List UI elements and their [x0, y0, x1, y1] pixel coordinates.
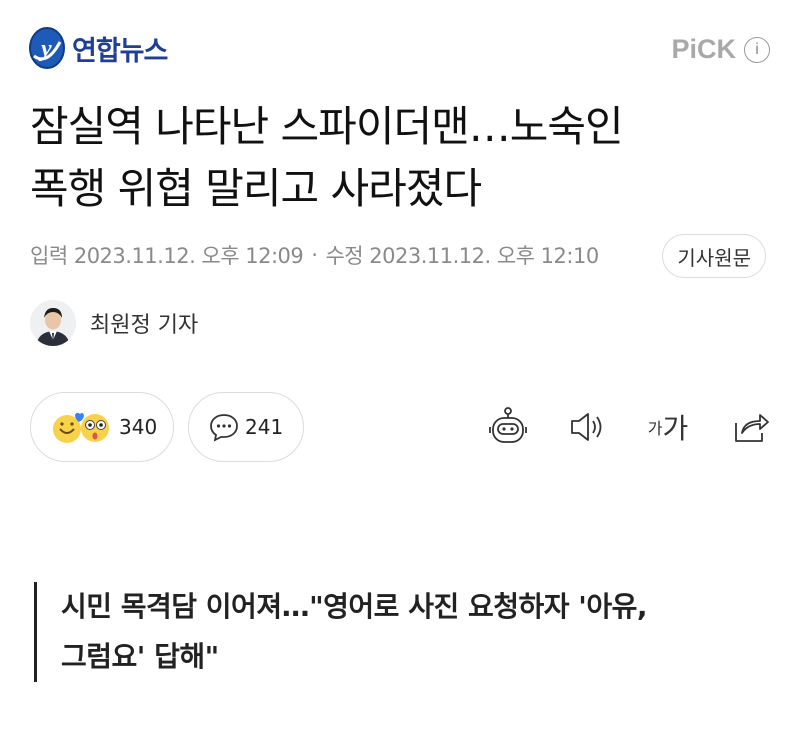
- meta-separator: ·: [311, 243, 318, 267]
- summary-bot-button[interactable]: [484, 400, 532, 454]
- text-to-speech-button[interactable]: [566, 400, 610, 454]
- input-date: 2023.11.12. 오후 12:09: [73, 244, 304, 268]
- comment-button[interactable]: 241: [188, 392, 304, 462]
- article-subtitle-quote: 시민 목격담 이어져…"영어로 사진 요청하자 '아유, 그럼요' 답해": [34, 582, 770, 682]
- pick-label: PiCK: [671, 34, 736, 64]
- yonhap-logo-mark-icon: y: [29, 27, 65, 69]
- font-size-large-glyph: 가: [662, 412, 689, 445]
- title-line-2: 폭행 위협 말리고 사라졌다: [30, 164, 482, 213]
- info-symbol: i: [755, 40, 759, 58]
- reporter-name: 최원정 기자: [90, 313, 199, 338]
- reporter-photo-icon: [30, 300, 76, 346]
- subtitle-line-2: 그럼요' 답해": [61, 640, 219, 673]
- original-article-button[interactable]: 기사원문: [662, 234, 766, 278]
- article-title: 잠실역 나타난 스파이더맨…노숙인 폭행 위협 말리고 사라졌다: [30, 96, 770, 220]
- article-toolbar: 가 가: [484, 400, 774, 454]
- reaction-button[interactable]: 340: [30, 392, 174, 462]
- comment-count: 241: [245, 415, 284, 439]
- article-meta: 입력 2023.11.12. 오후 12:09 · 수정 2023.11.12.…: [30, 240, 599, 270]
- header: y 연합뉴스 PiCK i: [0, 0, 800, 100]
- speaker-icon: [571, 413, 602, 441]
- info-icon[interactable]: i: [744, 36, 770, 63]
- comment-bubble-icon: [210, 414, 238, 442]
- logo-text: 연합뉴스: [72, 35, 168, 67]
- share-icon: [735, 414, 769, 442]
- reaction-count: 340: [119, 415, 158, 439]
- subtitle-line-1: 시민 목격담 이어져…"영어로 사진 요청하자 '아유,: [61, 590, 647, 623]
- share-button[interactable]: [728, 400, 774, 454]
- reaction-emoji-icon: [53, 412, 109, 443]
- modified-label: 수정: [325, 244, 364, 268]
- reporter[interactable]: 최원정 기자: [30, 300, 198, 346]
- input-label: 입력: [30, 244, 68, 268]
- font-size-button[interactable]: 가 가: [644, 400, 692, 454]
- reporter-avatar: [30, 300, 76, 346]
- modified-date: 2023.11.12. 오후 12:10: [369, 244, 599, 268]
- font-size-small-glyph: 가: [647, 419, 663, 438]
- yonhap-logo[interactable]: y 연합뉴스: [28, 26, 168, 70]
- title-line-1: 잠실역 나타난 스파이더맨…노숙인: [30, 102, 624, 151]
- svg-text:y: y: [38, 36, 52, 62]
- summary-bot-icon: [489, 407, 527, 443]
- pick-badge[interactable]: PiCK i: [671, 34, 770, 65]
- subtitle-text: 시민 목격담 이어져…"영어로 사진 요청하자 '아유, 그럼요' 답해": [61, 582, 770, 682]
